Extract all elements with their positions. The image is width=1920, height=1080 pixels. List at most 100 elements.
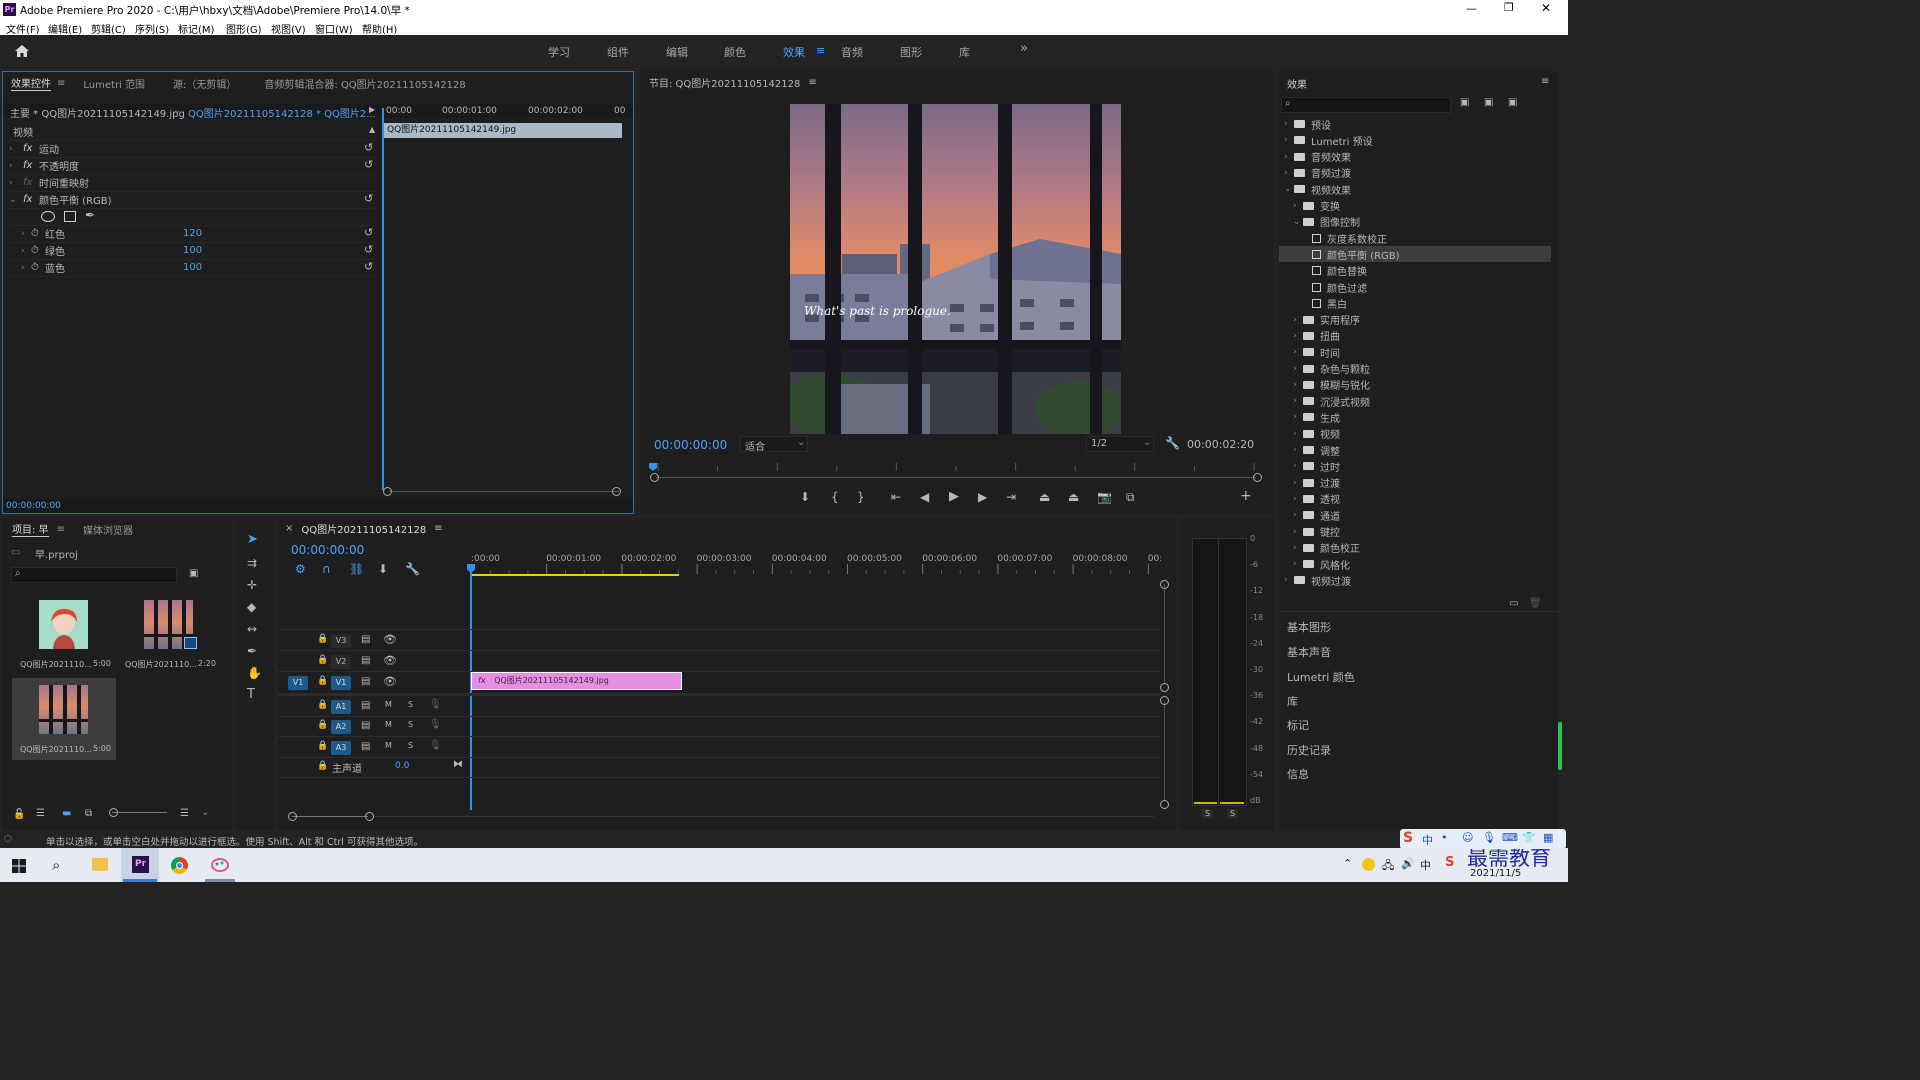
lock-track-icon[interactable]: 🔒 xyxy=(317,741,328,751)
nest-toggle-icon[interactable]: ⚙ xyxy=(295,562,306,576)
track-select-tool-icon[interactable]: ⇉ xyxy=(247,556,257,570)
file-explorer-icon[interactable] xyxy=(92,858,108,871)
compare-view-icon[interactable]: ⧉ xyxy=(1126,490,1135,504)
timeline-horizontal-scrollbar[interactable] xyxy=(292,816,368,817)
panel-libraries[interactable]: 库 xyxy=(1287,693,1298,709)
workspace-audio[interactable]: 音频 xyxy=(841,44,863,60)
fx-icon[interactable]: fx xyxy=(23,194,39,205)
rectangle-mask-icon[interactable] xyxy=(64,211,76,222)
stopwatch-icon[interactable]: ⏱ xyxy=(31,245,45,256)
panel-scrollbar[interactable] xyxy=(1558,722,1562,770)
track-target-v1[interactable]: V1 xyxy=(331,676,351,690)
expand-arrow-icon[interactable]: › xyxy=(1293,331,1303,341)
project-search-input[interactable]: ⌕ xyxy=(11,567,177,583)
effect-folder[interactable]: ⌄ 图像控制 xyxy=(1279,214,1551,230)
effect-folder[interactable]: › 模糊与锐化 xyxy=(1279,377,1551,393)
effect-folder[interactable]: › 生成 xyxy=(1279,409,1551,425)
mute-button[interactable]: M xyxy=(385,741,392,750)
go-to-out-icon[interactable]: ⇥ xyxy=(1006,490,1016,504)
reset-icon[interactable]: ↺ xyxy=(364,243,373,256)
sync-lock-icon[interactable]: ▤ xyxy=(361,700,370,711)
project-item[interactable]: QQ图片2021110... 5:00 xyxy=(12,593,116,675)
red-value[interactable]: 120 xyxy=(183,228,202,239)
solo-button[interactable]: S xyxy=(408,720,413,729)
add-marker-icon[interactable]: ⬇ xyxy=(800,490,810,504)
microphone-icon[interactable]: 🎙 xyxy=(429,740,442,751)
export-frame-camera-icon[interactable]: 📷 xyxy=(1097,490,1112,504)
expand-arrow-icon[interactable]: › xyxy=(1293,347,1303,357)
effect-folder[interactable]: › 视频过渡 xyxy=(1279,572,1551,588)
ec-clip-bar[interactable]: QQ图片20211105142149.jpg xyxy=(384,123,622,138)
menu-clip[interactable]: 剪辑(C) xyxy=(91,21,126,36)
menu-sequence[interactable]: 序列(S) xyxy=(135,21,169,36)
thumbnail-size-slider[interactable] xyxy=(112,812,167,813)
reset-icon[interactable]: ↺ xyxy=(364,192,373,205)
search-icon[interactable]: ⌕ xyxy=(52,856,60,874)
source-patch-v1[interactable]: V1 xyxy=(288,676,308,690)
eye-icon[interactable]: 👁 xyxy=(383,654,397,667)
go-to-in-icon[interactable]: ⇤ xyxy=(891,490,901,504)
sync-lock-icon[interactable]: ▤ xyxy=(361,741,370,752)
mark-out-icon[interactable]: } xyxy=(857,490,865,504)
lock-track-icon[interactable]: 🔒 xyxy=(317,634,328,644)
track-target-v3[interactable]: V3 xyxy=(331,634,351,648)
new-bin-icon[interactable]: ▭ xyxy=(1509,598,1518,609)
ec-playhead[interactable] xyxy=(382,108,384,490)
timeline-clip-v1[interactable]: fx QQ图片20211105142149.jpg xyxy=(471,672,682,690)
master-volume-value[interactable]: 0.0 xyxy=(395,761,409,771)
emoji-icon[interactable]: ☺ xyxy=(1462,831,1473,844)
tab-audio-clip-mixer[interactable]: 音频剪辑混合器: QQ图片20211105142128 xyxy=(264,76,465,91)
program-monitor-title[interactable]: 节目: QQ图片20211105142128 xyxy=(649,75,800,90)
solo-right-button[interactable]: S xyxy=(1227,809,1239,818)
taskbar-premiere-active[interactable]: Pr xyxy=(121,848,159,882)
resolution-dropdown[interactable]: 1/2 ⌄ xyxy=(1086,436,1154,452)
mute-button[interactable]: M xyxy=(385,720,392,729)
panel-essential-graphics[interactable]: 基本图形 xyxy=(1287,619,1331,635)
stopwatch-icon[interactable]: ⏱ xyxy=(31,228,45,239)
voice-input-icon[interactable]: 🎙 xyxy=(1482,831,1496,844)
paint-app-icon[interactable] xyxy=(211,857,229,873)
expand-arrow-icon[interactable]: › xyxy=(1293,461,1303,471)
menu-marker[interactable]: 标记(M) xyxy=(178,21,214,36)
volume-icon[interactable]: 🔊 xyxy=(1401,857,1415,870)
chevron-down-icon[interactable]: ⌄ xyxy=(201,807,209,818)
ec-zoom-scrollbar[interactable] xyxy=(389,491,619,492)
track-header-v1[interactable]: V1 🔒 V1 ▤ 👁 xyxy=(278,672,470,692)
track-target-v2[interactable]: V2 xyxy=(331,655,351,669)
master-end-icon[interactable]: ⧓ xyxy=(453,759,463,770)
effect-folder[interactable]: › 视频 xyxy=(1279,426,1551,442)
program-menu-icon[interactable]: ≡ xyxy=(808,77,816,88)
green-value[interactable]: 100 xyxy=(183,245,202,256)
reset-icon[interactable]: ↺ xyxy=(364,141,373,154)
tab-lumetri-scopes[interactable]: Lumetri 范围 xyxy=(83,76,145,91)
project-tab-menu-icon[interactable]: ≡ xyxy=(57,524,65,535)
punctuation-icon[interactable]: • xyxy=(1441,831,1448,844)
effect-folder[interactable]: › 音频过渡 xyxy=(1279,165,1551,181)
panel-history[interactable]: 历史记录 xyxy=(1287,742,1331,758)
lock-track-icon[interactable]: 🔒 xyxy=(317,700,328,710)
lift-icon[interactable]: ⏏ xyxy=(1039,490,1050,504)
slip-tool-icon[interactable]: ↔ xyxy=(247,622,257,636)
menu-window[interactable]: 窗口(W) xyxy=(315,21,353,36)
workspace-assembly[interactable]: 组件 xyxy=(607,44,629,60)
slider-handle[interactable] xyxy=(109,808,118,817)
expand-arrow-icon[interactable]: › xyxy=(1293,478,1303,488)
collapse-arrow-icon[interactable]: ⌄ xyxy=(9,195,19,205)
expand-arrow-icon[interactable]: › xyxy=(1293,412,1303,422)
menu-graphics[interactable]: 图形(G) xyxy=(226,21,262,36)
lock-icon[interactable]: 🔓 xyxy=(13,809,25,820)
sogou-icon[interactable]: S xyxy=(1445,855,1454,870)
panel-lumetri-color[interactable]: Lumetri 颜色 xyxy=(1287,669,1355,685)
reset-icon[interactable]: ↺ xyxy=(364,260,373,273)
workspace-graphics[interactable]: 图形 xyxy=(900,44,922,60)
accelerated-effects-icon[interactable]: ▣ xyxy=(1460,97,1469,108)
yuv-effects-icon[interactable]: ▣ xyxy=(1508,97,1517,108)
settings-wrench-icon[interactable]: 🔧 xyxy=(1165,436,1180,450)
program-scrub-bar[interactable] xyxy=(654,463,1258,471)
minimize-button[interactable]: — xyxy=(1466,2,1477,15)
workspace-effects[interactable]: 效果 xyxy=(783,44,805,60)
audio-vertical-scrollbar[interactable] xyxy=(1164,701,1165,801)
icon-view-icon[interactable]: ▬ xyxy=(62,808,71,819)
type-tool-icon[interactable]: T xyxy=(247,688,255,702)
program-video-frame[interactable]: What's past is prologue. xyxy=(790,104,1121,434)
